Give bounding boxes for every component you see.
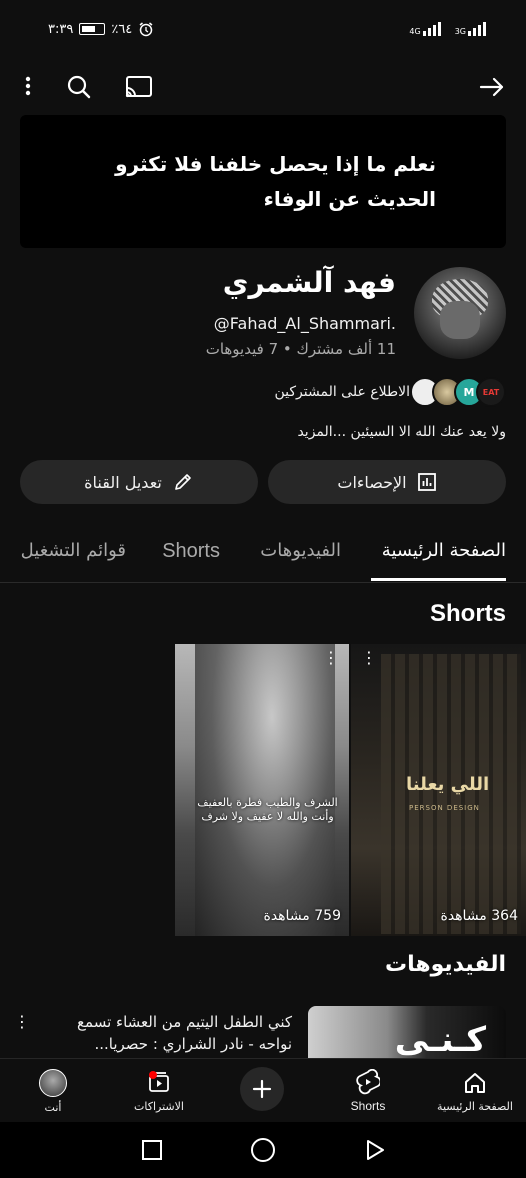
battery-icon (79, 23, 106, 35)
video-thumb-text: كـنـى (394, 1020, 486, 1058)
recent-apps-icon[interactable] (136, 1134, 168, 1166)
home-icon (465, 1072, 485, 1093)
clock: ٣:٣٩ (48, 21, 74, 37)
create-button[interactable] (240, 1067, 284, 1111)
alarm-icon (139, 22, 153, 37)
short-views: 759 مشاهدة (263, 908, 341, 924)
nav-shorts-label: Shorts (350, 1099, 386, 1113)
shorts-section-title: Shorts (429, 600, 506, 627)
nav-shorts[interactable]: Shorts (338, 1059, 398, 1123)
system-navigation (0, 1122, 526, 1178)
subscribers-label: الاطلاع على المشتركين (274, 384, 410, 400)
status-left: ٣:٣٩ ٪٦٤ (48, 21, 154, 37)
channel-avatar[interactable] (414, 267, 506, 359)
short-overlay-subtitle: PERSON DESIGN (409, 804, 480, 812)
tab-videos[interactable]: الفيديوهات (260, 540, 341, 561)
tab-playlists[interactable]: قوائم التشغيل (21, 540, 126, 561)
you-avatar-icon (39, 1068, 67, 1097)
more-vert-icon[interactable] (16, 74, 40, 98)
edit-channel-button[interactable]: تعديل القناة (20, 460, 258, 504)
edit-channel-label: تعديل القناة (84, 472, 162, 492)
nav-home-label: الصفحة الرئيسية (437, 1099, 513, 1113)
shorts-icon (356, 1069, 380, 1095)
nav-you-label: أنت (44, 1100, 62, 1114)
home-button-icon[interactable] (247, 1134, 279, 1166)
channel-name: فهد آلشمري (222, 266, 396, 299)
forward-arrow-icon[interactable] (478, 74, 506, 100)
channel-description[interactable]: ولا يعد عنك الله الا السيئين ...المزيد (297, 424, 506, 440)
nav-you[interactable]: أنت (28, 1059, 78, 1123)
short-thumbnail (195, 644, 335, 936)
plus-icon (252, 1079, 272, 1099)
subscriber-avatars: EAT M (410, 377, 506, 407)
cast-icon[interactable] (124, 74, 154, 100)
view-subscribers[interactable]: EAT M الاطلاع على المشتركين (274, 376, 506, 408)
network-label-3g: 3G (454, 27, 466, 36)
bottom-navigation: الصفحة الرئيسية Shorts الاشتراكات أنت (0, 1058, 526, 1122)
back-button-icon[interactable] (359, 1134, 391, 1166)
tabs-divider (0, 582, 526, 583)
nav-subscriptions-label: الاشتراكات (134, 1099, 184, 1113)
banner-line-2: الحديث عن الوفاء (263, 186, 436, 211)
banner-line-1: نعلم ما إذا يحصل خلفنا فلا تكثرو (115, 151, 436, 176)
network-label-4g: 4G (409, 27, 421, 36)
channel-stats: 11 ألف مشترك • 7 فيديوهات (205, 340, 396, 358)
short-more-icon[interactable]: ⋮ (323, 650, 339, 666)
status-right: 4G 3G (409, 22, 486, 36)
short-overlay-title: اللي يعلنا (406, 774, 490, 795)
short-item[interactable]: اللي يعلنا PERSON DESIGN ⋮ 364 مشاهدة (351, 644, 526, 936)
nav-subscriptions[interactable]: الاشتراكات (124, 1059, 194, 1123)
channel-banner: نعلم ما إذا يحصل خلفنا فلا تكثرو الحديث … (20, 115, 506, 248)
pencil-icon (175, 474, 191, 490)
channel-handle: @Fahad_Al_Shammari. (213, 314, 396, 333)
analytics-icon (417, 473, 436, 491)
nav-home[interactable]: الصفحة الرئيسية (430, 1059, 520, 1123)
active-tab-indicator (371, 578, 506, 581)
channel-tabs: الصفحة الرئيسية الفيديوهات Shorts قوائم … (0, 530, 526, 582)
tab-home[interactable]: الصفحة الرئيسية (382, 540, 506, 561)
analytics-button[interactable]: الإحصاءات (268, 460, 506, 504)
video-thumbnail[interactable]: كـنـى (308, 1006, 506, 1058)
analytics-label: الإحصاءات (337, 472, 407, 492)
subscriber-avatar: EAT (476, 377, 506, 407)
signal-3g-icon: 3G (455, 22, 486, 36)
videos-section-title: الفيديوهات (385, 952, 506, 977)
short-caption: الشرف والطيب فطرة بالعفيف وأنت والله لا … (197, 796, 338, 824)
top-app-bar (0, 62, 526, 110)
short-more-icon[interactable]: ⋮ (361, 650, 377, 666)
tab-shorts[interactable]: Shorts (162, 540, 220, 563)
subscriptions-icon (149, 1070, 169, 1092)
search-icon[interactable] (66, 74, 92, 100)
short-views: 364 مشاهدة (440, 908, 518, 924)
status-bar: ٣:٣٩ ٪٦٤ 4G 3G (0, 0, 526, 58)
battery-level: ٪٦٤ (111, 21, 133, 37)
short-item[interactable]: الشرف والطيب فطرة بالعفيف وأنت والله لا … (175, 644, 349, 936)
video-title[interactable]: كني الطفل اليتيم من العشاء تسمع نواحه - … (42, 1012, 292, 1056)
signal-4g-icon: 4G (409, 22, 441, 36)
video-more-icon[interactable]: ⋮ (14, 1012, 30, 1031)
